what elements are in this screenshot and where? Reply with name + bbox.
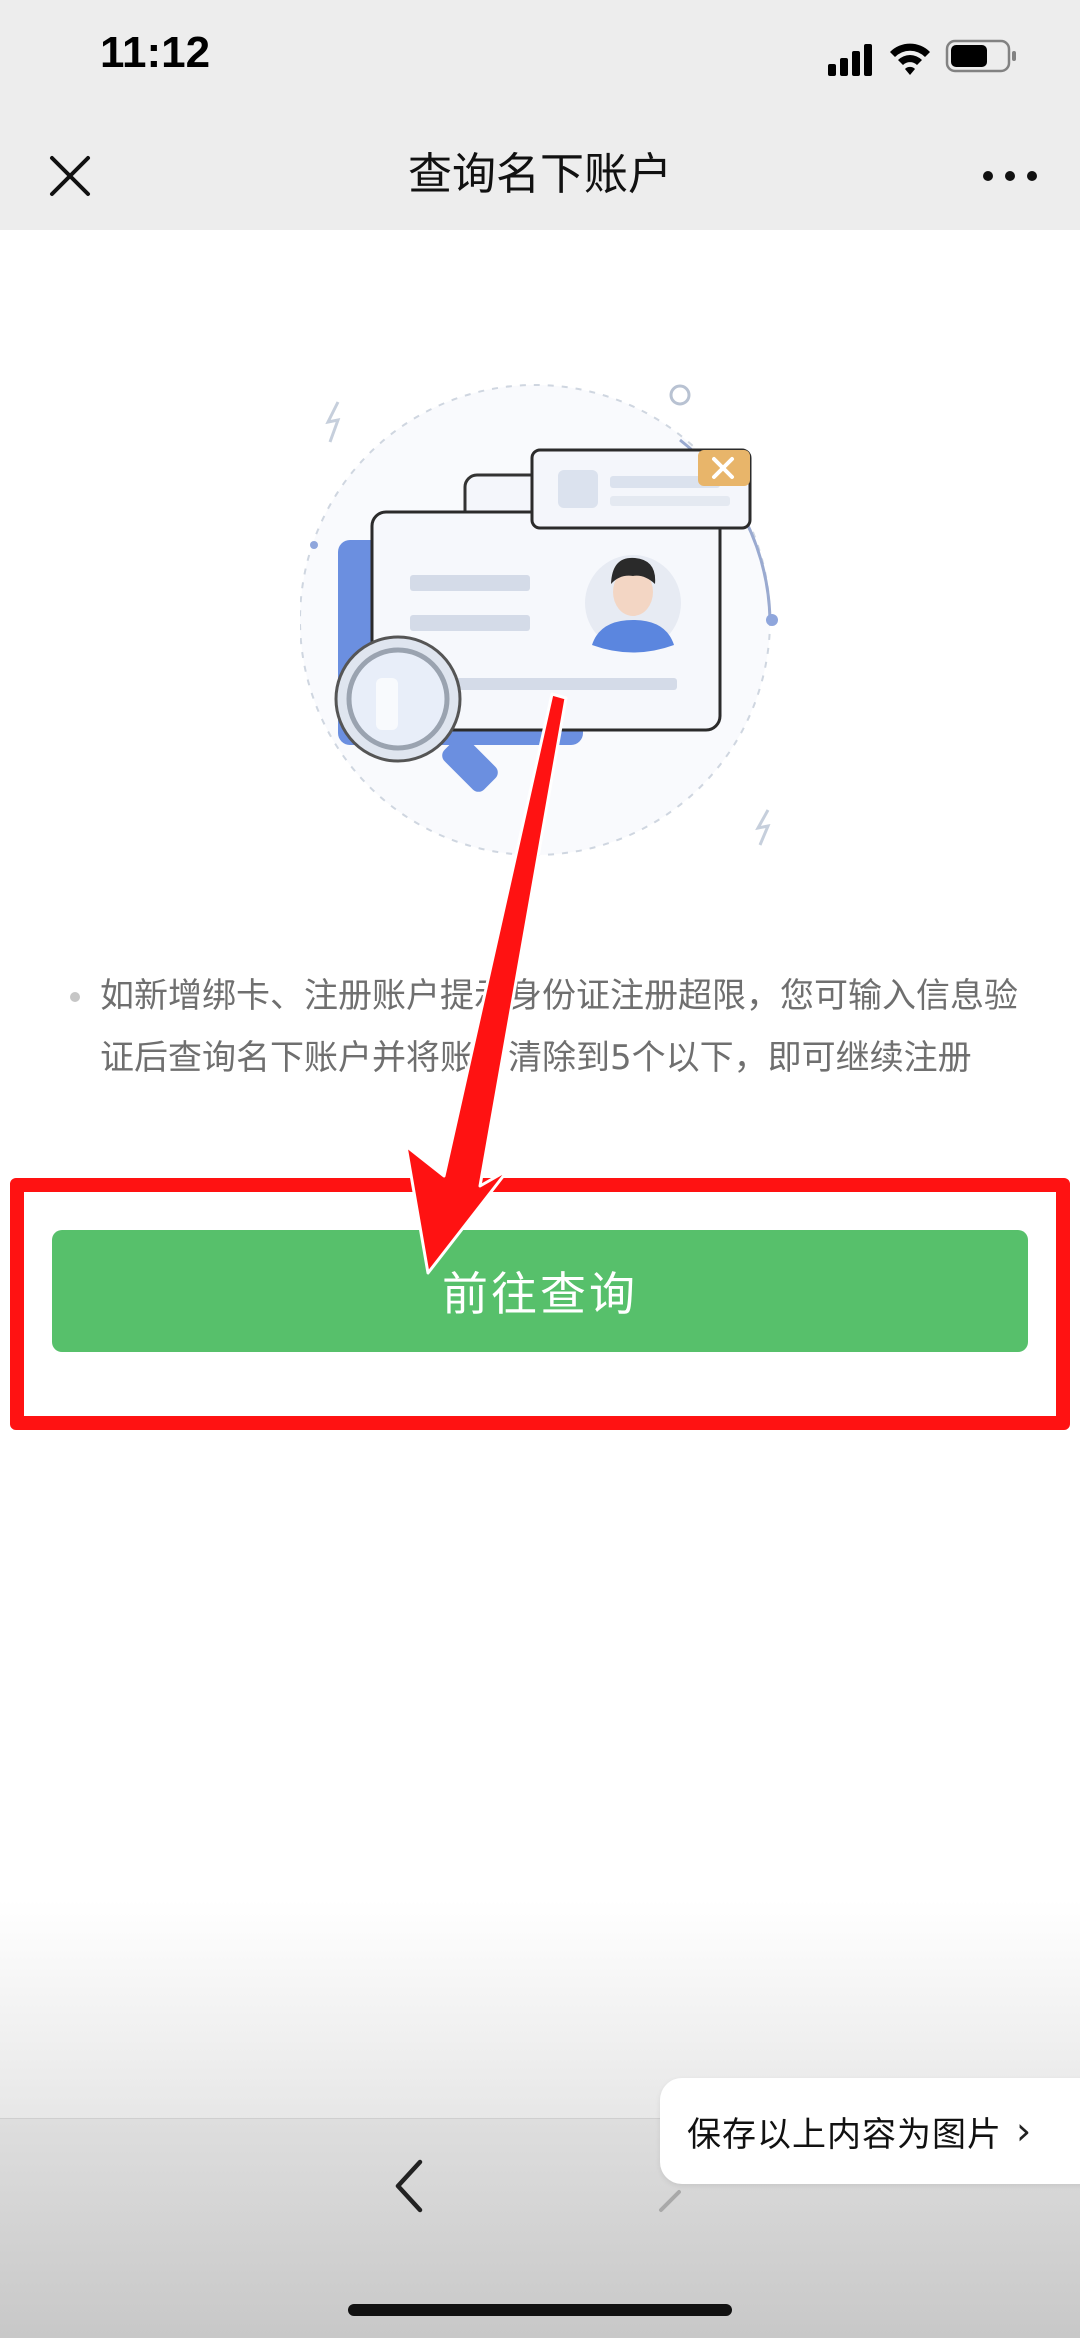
chevron-right-icon: ›: [1016, 2109, 1032, 2153]
bullet-dot: [70, 992, 80, 1002]
status-time: 11:12: [100, 28, 211, 77]
nav-bar: 查询名下账户: [0, 120, 1080, 230]
page-title: 查询名下账户: [408, 149, 672, 200]
signal-icon: [828, 44, 872, 76]
save-as-image-label: 保存以上内容为图片: [687, 2114, 1002, 2155]
status-icons: [828, 39, 1016, 76]
chevron-left-icon[interactable]: [388, 2156, 428, 2216]
go-query-button[interactable]: 前往查询: [52, 1230, 1028, 1352]
wifi-icon: [890, 43, 930, 75]
save-as-image-button[interactable]: 保存以上内容为图片 ›: [660, 2078, 1080, 2184]
battery-icon: [945, 39, 1016, 73]
id-card-search-illustration: [300, 384, 778, 856]
tip-note: 如新增绑卡、注册账户提示身份证注册超限，您可输入信息验证后查询名下账户并将账户清…: [70, 965, 1020, 1089]
tip-text: 如新增绑卡、注册账户提示身份证注册超限，您可输入信息验证后查询名下账户并将账户清…: [100, 976, 1018, 1078]
status-bar: 11:12: [0, 0, 1080, 120]
home-indicator: [348, 2304, 732, 2316]
more-icon[interactable]: [980, 156, 1040, 196]
